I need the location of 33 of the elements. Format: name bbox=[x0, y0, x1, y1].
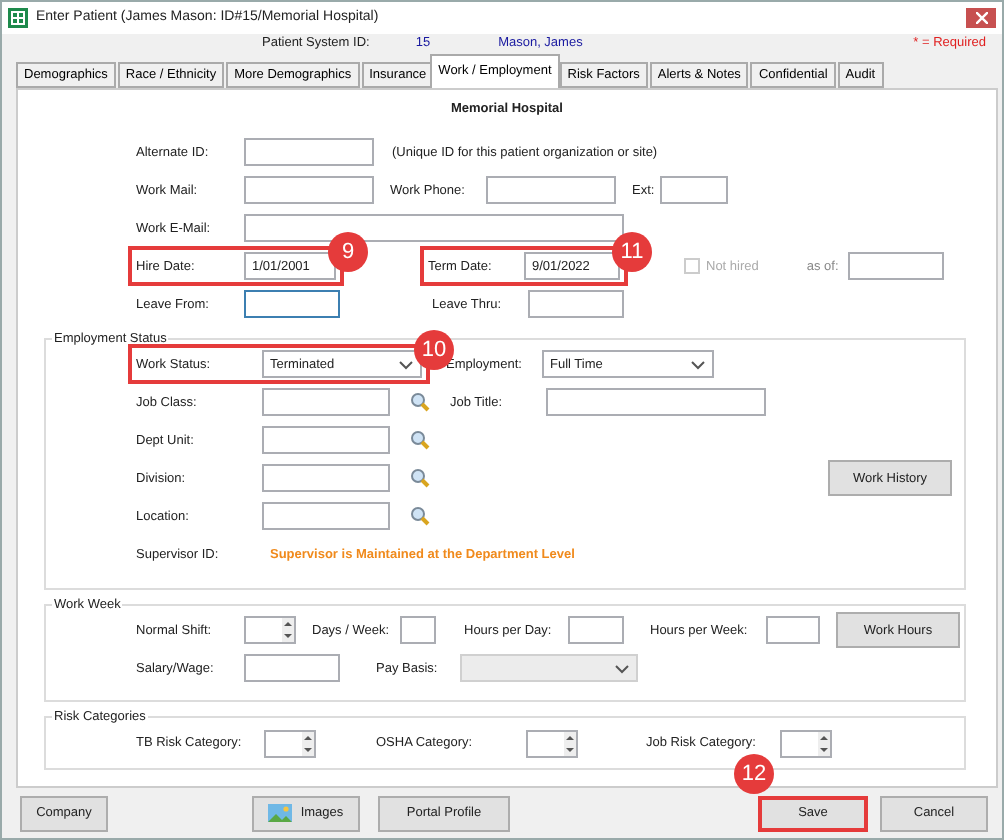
text-field[interactable] bbox=[262, 388, 390, 417]
spin-arrows-icon[interactable] bbox=[282, 618, 294, 643]
spin-arrows-icon[interactable] bbox=[302, 731, 314, 756]
text-field[interactable] bbox=[486, 176, 616, 205]
chevron-down-icon bbox=[690, 356, 706, 373]
text-field[interactable] bbox=[244, 138, 374, 167]
spin-arrows-icon[interactable] bbox=[564, 731, 576, 756]
text-field[interactable] bbox=[660, 176, 728, 205]
close-icon[interactable] bbox=[975, 11, 987, 24]
search-icon[interactable] bbox=[410, 392, 430, 413]
text-field[interactable] bbox=[262, 426, 390, 455]
text-field[interactable] bbox=[262, 464, 390, 493]
text-field[interactable] bbox=[244, 654, 340, 683]
text-field[interactable] bbox=[400, 616, 436, 645]
text-field[interactable] bbox=[546, 388, 766, 417]
text-field[interactable] bbox=[262, 502, 390, 531]
text-field[interactable] bbox=[848, 252, 945, 281]
text-field[interactable] bbox=[244, 176, 374, 205]
text-field[interactable] bbox=[244, 214, 624, 243]
text-field[interactable] bbox=[766, 616, 820, 645]
search-icon[interactable] bbox=[410, 506, 430, 527]
chevron-down-icon bbox=[614, 660, 630, 677]
text-field[interactable] bbox=[528, 290, 624, 319]
date-field[interactable] bbox=[244, 290, 340, 319]
chevron-down-icon bbox=[398, 356, 414, 373]
app-icon bbox=[8, 7, 28, 28]
search-icon[interactable] bbox=[410, 430, 430, 451]
image-icon bbox=[268, 804, 293, 823]
step-badge: 11 bbox=[612, 232, 652, 273]
close-button[interactable] bbox=[966, 7, 996, 28]
spin-arrows-icon[interactable] bbox=[818, 731, 830, 756]
text-field[interactable] bbox=[568, 616, 624, 645]
search-icon[interactable] bbox=[410, 468, 430, 489]
